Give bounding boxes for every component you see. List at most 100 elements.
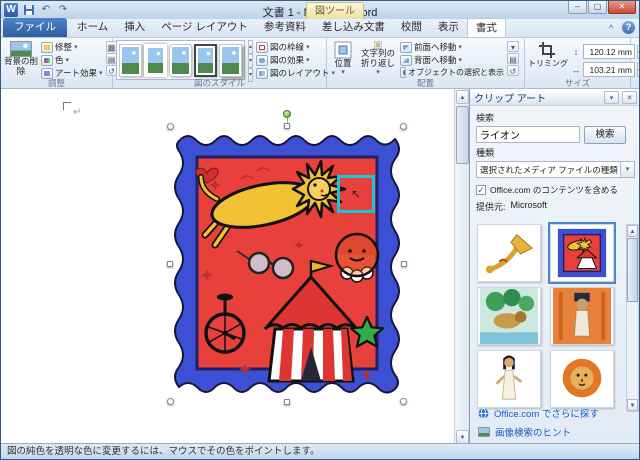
resize-handle-right[interactable]: [401, 261, 407, 267]
wrap-text-button[interactable]: 文字列の折り返し ▾: [359, 40, 397, 77]
ribbon: 背景の削除 修整 ▾ 色 ▾ アート効果 ▾ ▦ ▤ ↺ 調整 ▴ ▾ ▾ 図の…: [1, 38, 639, 89]
close-button[interactable]: ✕: [608, 1, 636, 14]
help-icon[interactable]: ?: [622, 21, 635, 34]
result-lion-head[interactable]: [550, 350, 614, 408]
selection-pane-button[interactable]: オブジェクトの選択と表示: [400, 67, 504, 78]
include-office-checkbox[interactable]: ✓: [476, 185, 486, 195]
picture-style-thumb[interactable]: [194, 43, 217, 77]
scrollbar-thumb[interactable]: [456, 106, 469, 164]
circus-clipart-image[interactable]: [171, 127, 403, 401]
result-horn[interactable]: [477, 224, 541, 282]
tab-mailings[interactable]: 差し込み文書: [314, 18, 393, 37]
result-circus-lion[interactable]: [548, 222, 616, 284]
bring-forward-button[interactable]: 前面へ移動 ▾: [400, 41, 504, 53]
send-backward-button[interactable]: 背面へ移動 ▾: [400, 54, 504, 66]
picture-style-thumb[interactable]: [169, 43, 192, 77]
tab-home[interactable]: ホーム: [69, 18, 116, 37]
dropdown-arrow-icon: ▾: [99, 70, 103, 77]
office-com-link[interactable]: Office.com でさらに探す: [478, 406, 599, 420]
crop-button[interactable]: トリミング: [528, 40, 568, 77]
resize-handle-top[interactable]: [284, 123, 290, 129]
ribbon-spacer: [631, 38, 639, 88]
scroll-up-icon[interactable]: ▲: [627, 225, 638, 237]
tab-page-layout[interactable]: ページ レイアウト: [153, 18, 256, 37]
tab-format[interactable]: 書式: [466, 18, 506, 37]
width-value[interactable]: 103.21 mm: [583, 62, 635, 77]
selected-picture[interactable]: ↖: [167, 110, 407, 405]
resize-handle-bottom-right[interactable]: [400, 398, 407, 405]
corrections-label: 修整: [55, 42, 73, 52]
tab-view[interactable]: 表示: [430, 18, 467, 37]
scroll-down-icon[interactable]: ▼: [627, 399, 638, 411]
search-input[interactable]: [476, 126, 580, 143]
maximize-button[interactable]: ▢: [588, 1, 607, 14]
bring-forward-icon: [400, 41, 412, 53]
position-button[interactable]: 位置 ▾: [330, 40, 356, 77]
resize-handle-bottom[interactable]: [284, 399, 290, 405]
resize-handle-bottom-left[interactable]: [167, 398, 174, 405]
clip-art-task-pane: クリップ アート ▾ ✕ 検索 検索 種類 選択されたメディア ファイルの種類 …: [469, 89, 639, 445]
picture-style-thumb[interactable]: [144, 43, 167, 77]
gallery-down-icon[interactable]: ▾: [248, 54, 254, 68]
picture-layout-icon: [256, 67, 269, 79]
provider-value: Microsoft: [510, 200, 548, 210]
send-backward-label: 背面へ移動: [414, 55, 457, 65]
collapse-ribbon-icon[interactable]: ^: [604, 23, 618, 33]
minimize-button[interactable]: –: [568, 1, 587, 14]
group-label-adjust: 調整: [47, 78, 65, 88]
media-type-value: 選択されたメディア ファイルの種類: [480, 164, 618, 175]
tab-insert[interactable]: 挿入: [116, 18, 153, 37]
remove-background-button[interactable]: 背景の削除: [4, 40, 38, 77]
dropdown-arrow-icon: ▾: [65, 57, 70, 64]
resize-handle-top-right[interactable]: [400, 123, 407, 130]
task-pane-close-icon[interactable]: ✕: [622, 90, 637, 104]
gallery-up-icon[interactable]: ▴: [248, 40, 254, 54]
scroll-up-icon[interactable]: ▲: [456, 90, 469, 104]
group-label-picture-styles: 図のスタイル: [193, 78, 245, 88]
result-egypt-figure[interactable]: [550, 287, 614, 345]
resize-handle-top-left[interactable]: [167, 123, 174, 130]
picture-effects-button[interactable]: 図の効果 ▾: [256, 54, 335, 66]
image-search-hints-label: 画像検索のヒント: [495, 428, 572, 439]
tab-references[interactable]: 参考資料: [256, 18, 314, 37]
rotation-handle[interactable]: [283, 110, 291, 118]
result-egypt-woman[interactable]: [477, 350, 541, 408]
picture-style-thumb[interactable]: [119, 43, 142, 77]
results-scrollbar[interactable]: ▲ ▼: [626, 224, 639, 412]
image-search-hints-link[interactable]: 画像検索のヒント: [478, 425, 599, 439]
results-scrollbar-thumb[interactable]: [627, 238, 638, 302]
color-icon: [41, 54, 53, 66]
search-button[interactable]: 検索: [584, 126, 626, 144]
send-backward-icon: [400, 54, 412, 66]
ribbon-group-size: トリミング ↕ 120.12 mm ▴▾ ↔ 103.21 mm ▴▾ サイズ: [525, 38, 639, 88]
corrections-button[interactable]: 修整 ▾: [41, 41, 103, 53]
group-objects-icon[interactable]: ▤: [507, 53, 519, 64]
window-controls: – ▢ ✕: [568, 1, 636, 14]
tab-file[interactable]: ファイル: [3, 18, 67, 37]
result-jungle-animals[interactable]: [477, 287, 541, 345]
picture-border-label: 図の枠線: [270, 42, 305, 52]
tab-review[interactable]: 校閲: [393, 18, 430, 37]
task-pane-menu-icon[interactable]: ▾: [604, 90, 619, 104]
document-page[interactable]: ↵ ↖: [1, 89, 454, 445]
resize-handle-left[interactable]: [167, 261, 173, 267]
group-label-arrange: 配置: [416, 78, 434, 88]
align-objects-icon[interactable]: ▾: [507, 41, 519, 52]
height-value[interactable]: 120.12 mm: [583, 44, 635, 59]
shape-width-field[interactable]: ↔ 103.21 mm ▴▾: [571, 62, 639, 77]
scroll-down-icon[interactable]: ▼: [456, 430, 469, 444]
document-scrollbar[interactable]: ▲ ▼: [454, 89, 469, 445]
task-pane-title: クリップ アート: [474, 93, 547, 105]
bring-forward-label: 前面へ移動: [414, 42, 457, 52]
picture-style-thumb[interactable]: [219, 43, 242, 77]
picture-border-button[interactable]: 図の枠線 ▾: [256, 41, 335, 53]
shape-height-field[interactable]: ↕ 120.12 mm ▴▾: [571, 44, 639, 59]
ribbon-group-arrange: 位置 ▾ 文字列の折り返し ▾ 前面へ移動 ▾ 背面へ移動 ▾ オブジェクトの選…: [327, 38, 525, 88]
ribbon-group-picture-styles: ▴ ▾ ▾ 図の枠線 ▾ 図の効果 ▾ 図のレイアウト ▾ 図のスタイル: [113, 38, 335, 88]
media-type-dropdown[interactable]: 選択されたメディア ファイルの種類 ▾: [476, 161, 635, 178]
rotate-objects-icon[interactable]: ↺: [507, 65, 519, 76]
color-button[interactable]: 色 ▾: [41, 54, 103, 66]
dropdown-arrow-icon: ▾: [458, 44, 463, 51]
dropdown-arrow-icon[interactable]: ▾: [620, 162, 634, 177]
artistic-effects-icon: [41, 67, 53, 79]
